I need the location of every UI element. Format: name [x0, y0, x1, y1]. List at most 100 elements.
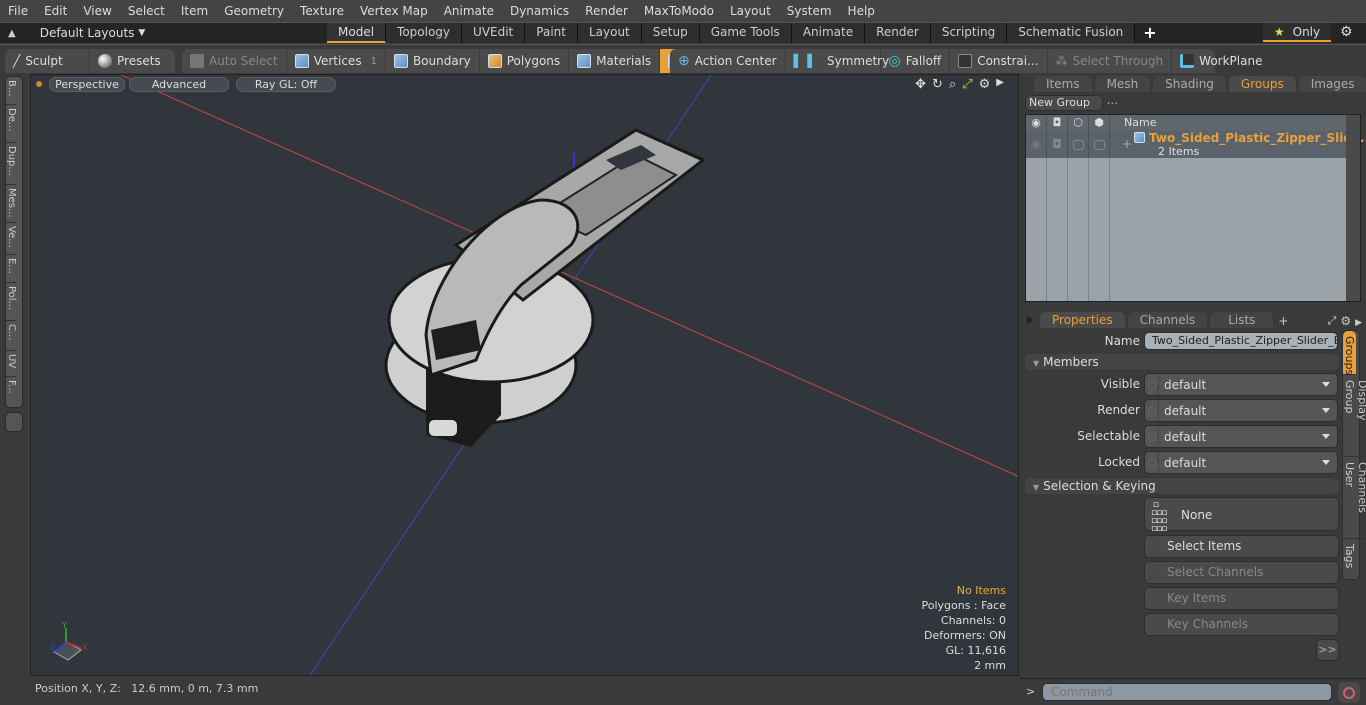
- row-eye-icon[interactable]: ◉: [1026, 131, 1047, 158]
- lock-cube-icon[interactable]: ⬢: [1089, 115, 1110, 131]
- gear-icon[interactable]: ⚙: [1340, 24, 1353, 40]
- locked-dropdown[interactable]: default: [1144, 451, 1338, 474]
- menu-render[interactable]: Render: [577, 0, 636, 22]
- more-button[interactable]: >>: [1316, 639, 1339, 661]
- menu-system[interactable]: System: [779, 0, 840, 22]
- selectable-cube-icon[interactable]: ⬡: [1068, 115, 1089, 131]
- expand-plus-icon[interactable]: +: [1122, 137, 1132, 151]
- menu-help[interactable]: Help: [840, 0, 883, 22]
- tab-images[interactable]: Images: [1298, 76, 1366, 92]
- tab-setup[interactable]: Setup: [641, 23, 700, 43]
- menu-vertex-map[interactable]: Vertex Map: [352, 0, 436, 22]
- name-column-header[interactable]: Name: [1110, 115, 1156, 131]
- shading-mode-button[interactable]: Advanced: [129, 77, 229, 92]
- menu-select[interactable]: Select: [120, 0, 173, 22]
- auto-select-button[interactable]: Auto Select: [182, 49, 287, 73]
- tab-channels[interactable]: Channels: [1127, 312, 1208, 328]
- tab-properties[interactable]: Properties: [1040, 312, 1125, 328]
- zoom-icon[interactable]: ⌕: [949, 77, 956, 92]
- polygons-button[interactable]: Polygons: [480, 49, 570, 73]
- tab-schematic-fusion[interactable]: Schematic Fusion: [1007, 23, 1136, 43]
- left-tool-extra-button[interactable]: [5, 412, 23, 432]
- key-items-button[interactable]: Key Items: [1144, 587, 1339, 610]
- menu-layout[interactable]: Layout: [722, 0, 779, 22]
- properties-menu-arrow-icon[interactable]: ▶: [1355, 318, 1362, 328]
- viewport-gear-icon[interactable]: ⚙: [979, 77, 991, 92]
- tab-animate[interactable]: Animate: [791, 23, 866, 43]
- maximize-icon[interactable]: ⤢: [962, 77, 972, 92]
- key-channels-button[interactable]: Key Channels: [1144, 613, 1339, 636]
- layouts-dropdown[interactable]: ▲ Default Layouts ▼: [8, 23, 145, 43]
- menu-animate[interactable]: Animate: [436, 0, 502, 22]
- pan-icon[interactable]: ✥: [915, 77, 926, 92]
- left-tool-f[interactable]: F...: [6, 377, 17, 407]
- left-tool-uv[interactable]: UV: [6, 351, 17, 377]
- ray-gl-button[interactable]: Ray GL: Off: [236, 77, 336, 92]
- tab-shading[interactable]: Shading: [1153, 76, 1226, 92]
- menu-file[interactable]: File: [0, 0, 36, 22]
- visibility-eye-icon[interactable]: ◉: [1026, 115, 1047, 131]
- menu-view[interactable]: View: [75, 0, 119, 22]
- properties-expand-icon[interactable]: ⤢: [1328, 314, 1337, 328]
- menu-item[interactable]: Item: [173, 0, 216, 22]
- members-section[interactable]: ▼ Members: [1025, 354, 1339, 370]
- action-center-button[interactable]: ⊕ Action Center: [670, 49, 786, 73]
- left-tool-edge[interactable]: E...: [6, 255, 17, 283]
- row-selectable-toggle[interactable]: [1068, 131, 1089, 158]
- left-tool-b[interactable]: B...: [6, 77, 17, 105]
- side-tab-tags[interactable]: Tags: [1343, 539, 1356, 579]
- workplane-button[interactable]: WorkPlane: [1172, 49, 1270, 73]
- add-properties-tab-button[interactable]: +: [1278, 314, 1288, 328]
- tab-layout[interactable]: Layout: [577, 23, 642, 43]
- visible-dropdown[interactable]: default: [1144, 373, 1338, 396]
- record-macro-button[interactable]: [1338, 682, 1360, 703]
- new-group-button[interactable]: New Group: [1025, 95, 1103, 111]
- tab-model[interactable]: Model: [327, 23, 387, 43]
- tab-uvedit[interactable]: UVEdit: [462, 23, 526, 43]
- falloff-button[interactable]: ◎ Falloff: [881, 49, 951, 73]
- tab-paint[interactable]: Paint: [525, 23, 578, 43]
- select-channels-button[interactable]: Select Channels: [1144, 561, 1339, 584]
- tab-mesh[interactable]: Mesh ...: [1094, 76, 1151, 107]
- none-hierarchy-button[interactable]: ▫ ▫▫▫ ▫▫▫ ▫▫▫ None: [1144, 497, 1339, 534]
- groups-list-scrollbar[interactable]: [1346, 115, 1360, 301]
- row-camera-icon[interactable]: ◘: [1047, 131, 1068, 158]
- row-lock-toggle[interactable]: [1089, 131, 1110, 158]
- rotate-icon[interactable]: ↻: [932, 77, 943, 92]
- properties-gear-icon[interactable]: ⚙: [1340, 314, 1351, 328]
- side-tab-groups[interactable]: Groups: [1343, 331, 1356, 375]
- tab-items[interactable]: Items: [1034, 76, 1092, 92]
- perspective-button[interactable]: Perspective: [49, 77, 125, 92]
- left-tool-deform[interactable]: De...: [6, 105, 17, 143]
- menu-maxtomodo[interactable]: MaxToModo: [636, 0, 722, 22]
- materials-button[interactable]: Materials: [569, 49, 661, 73]
- menu-dynamics[interactable]: Dynamics: [502, 0, 577, 22]
- selection-keying-section[interactable]: ▼ Selection & Keying: [1025, 478, 1339, 494]
- side-tab-group-display[interactable]: Group Display: [1343, 375, 1366, 457]
- symmetry-button[interactable]: ▌▐ Symmetry: [786, 49, 889, 73]
- vertices-button[interactable]: Vertices 1: [287, 49, 386, 73]
- tab-scripting[interactable]: Scripting: [930, 23, 1008, 43]
- tab-groups[interactable]: Groups: [1228, 76, 1296, 92]
- tab-render[interactable]: Render: [865, 23, 931, 43]
- left-tool-curve[interactable]: C...: [6, 321, 17, 351]
- boundary-button[interactable]: Boundary: [386, 49, 480, 73]
- menu-edit[interactable]: Edit: [36, 0, 75, 22]
- selectable-dropdown[interactable]: default: [1144, 425, 1338, 448]
- constraints-button[interactable]: Constrai...: [950, 49, 1048, 73]
- tab-lists[interactable]: Lists: [1210, 312, 1274, 328]
- tab-game-tools[interactable]: Game Tools: [699, 23, 792, 43]
- render-camera-icon[interactable]: ◘: [1047, 115, 1068, 131]
- command-input[interactable]: [1042, 683, 1332, 701]
- expand-arrow-icon[interactable]: ▶: [996, 77, 1004, 92]
- left-tool-polygon[interactable]: Pol...: [6, 283, 17, 321]
- tab-topology[interactable]: Topology: [386, 23, 463, 43]
- add-tab-button[interactable]: +: [1135, 23, 1164, 43]
- menu-geometry[interactable]: Geometry: [216, 0, 292, 22]
- left-tool-vertex[interactable]: Ve...: [6, 223, 17, 255]
- sculpt-button[interactable]: ╱ Sculpt: [5, 49, 90, 73]
- menu-texture[interactable]: Texture: [292, 0, 352, 22]
- left-tool-duplicate[interactable]: Dup...: [6, 143, 17, 185]
- select-through-button[interactable]: ⁂ Select Through: [1048, 49, 1173, 73]
- group-row[interactable]: ◉ ◘ + Two_Sided_Plastic_Zipper_Slide... …: [1026, 131, 1366, 158]
